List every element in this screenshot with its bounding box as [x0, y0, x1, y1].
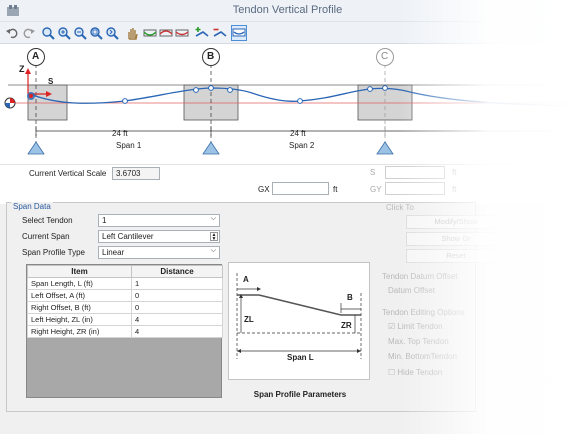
hide-tendon-checkbox[interactable]: ☐ Hide Tendon: [388, 368, 442, 377]
table-cell-distance[interactable]: 4: [131, 313, 223, 326]
gx-label: GX: [258, 185, 270, 194]
title-bar: Tendon Vertical Profile: [0, 0, 575, 22]
s-unit-label: ft: [452, 168, 457, 177]
z-axis-label: Z: [19, 64, 25, 74]
span-2-length: 24 ft: [290, 129, 306, 138]
zoom-icon[interactable]: [40, 25, 56, 41]
current-span-spinner[interactable]: Left Cantilever ▲ ▼: [98, 230, 220, 243]
span-data-title: Span Data: [11, 202, 53, 211]
gridline-c-label: C: [381, 51, 389, 62]
chevron-down-icon: ⌵: [210, 247, 216, 254]
remove-point-icon[interactable]: [212, 25, 228, 41]
vertical-scale-field[interactable]: 3.6703: [112, 167, 160, 180]
table-cell-item: Right Height, ZR (in): [27, 325, 132, 338]
datum-group-title: Tendon Datum Offset: [382, 272, 458, 281]
chevron-down-icon: ⌵: [210, 215, 216, 222]
add-point-icon[interactable]: [194, 25, 210, 41]
span-1-name: Span 1: [116, 141, 142, 150]
gy-unit-label: ft: [452, 185, 457, 194]
select-tendon-value: 1: [102, 216, 107, 225]
undo-icon[interactable]: [4, 25, 20, 41]
current-span-value: Left Cantilever: [102, 232, 154, 241]
support-a-icon: [27, 141, 45, 155]
profile-type-dropdown[interactable]: Linear ⌵: [98, 246, 220, 259]
s-coord-field[interactable]: [385, 166, 445, 179]
gridline-a-label: A: [32, 51, 40, 62]
profile-high-icon[interactable]: [174, 25, 190, 41]
elevation-canvas[interactable]: A B C Z S 24 ft Span 1 24 ft Span 2: [0, 44, 575, 164]
limit-tendon-checkbox[interactable]: ☑ Limit Tendon: [388, 322, 443, 331]
profile-alt-icon[interactable]: [158, 25, 174, 41]
scale-bar: Current Vertical Scale 3.6703 S ft GX ft…: [0, 164, 575, 204]
select-tendon-label: Select Tendon: [22, 216, 73, 225]
zoom-out-icon[interactable]: [72, 25, 88, 41]
diagram-zr-label: ZR: [341, 321, 352, 330]
table-header-row: Item Distance: [27, 265, 223, 278]
tendon-profile-window: Tendon Vertical Profile A B C Z S 24 ft …: [0, 0, 575, 434]
gridline-b-label: B: [207, 51, 215, 62]
table-cell-item: Left Height, ZL (in): [27, 313, 132, 326]
redo-icon[interactable]: [21, 25, 37, 41]
table-row[interactable]: Span Length, L (ft) 1: [27, 277, 223, 290]
diagram-caption: Span Profile Parameters: [253, 390, 347, 399]
hide-tendon-label: Hide Tendon: [397, 368, 443, 377]
vertical-scale-label: Current Vertical Scale: [29, 169, 107, 178]
table-cell-distance[interactable]: 1: [131, 277, 223, 290]
table-cell-item: Span Length, L (ft): [27, 277, 132, 290]
limit-tendon-label: Limit Tendon: [397, 322, 443, 331]
profile-type-value: Linear: [102, 248, 125, 257]
modify-show-button[interactable]: Modify/Show: [406, 215, 506, 229]
s-axis-label: S: [48, 77, 54, 86]
table-cell-distance[interactable]: 4: [131, 325, 223, 338]
table-cell-item: Right Offset, B (ft): [27, 301, 132, 314]
datum-offset-label: Datum Offset: [388, 286, 435, 295]
show-gr-button[interactable]: Show Gr: [406, 232, 506, 246]
pan-icon[interactable]: [124, 25, 140, 41]
table-cell-distance[interactable]: 0: [131, 301, 223, 314]
span-profile-diagram: A B ZL ZR Span L: [228, 262, 370, 380]
span-1-length: 24 ft: [112, 129, 128, 138]
zoom-in-icon[interactable]: [56, 25, 72, 41]
click-to-label: Click To: [386, 203, 414, 212]
zoom-window-icon[interactable]: [88, 25, 104, 41]
max-top-label: Max. Top Tendon: [388, 337, 449, 346]
column-a: [27, 84, 68, 121]
diagram-zl-label: ZL: [244, 315, 254, 324]
spinner-arrows-icon[interactable]: ▲ ▼: [210, 232, 218, 242]
tendon-elevation-drawing: [4, 48, 575, 155]
window-title: Tendon Vertical Profile: [232, 4, 343, 16]
current-span-label: Current Span: [22, 232, 70, 241]
gy-field[interactable]: [385, 182, 445, 195]
table-row[interactable]: Right Offset, B (ft) 0: [27, 301, 223, 314]
gy-label: GY: [370, 185, 382, 194]
span-2-name: Span 2: [289, 141, 315, 150]
diagram-span-label: Span L: [287, 353, 314, 362]
column-header-item: Item: [27, 265, 132, 278]
column-header-distance: Distance: [131, 265, 223, 278]
right-options-panel: Click To Modify/Show Show Gr Reset Tendo…: [380, 202, 520, 412]
s-coord-label: S: [370, 168, 376, 177]
table-row[interactable]: Left Height, ZL (in) 4: [27, 313, 223, 326]
support-c-icon: [376, 141, 394, 155]
diagram-b-label: B: [347, 293, 353, 302]
table-row[interactable]: Left Offset, A (ft) 0: [27, 289, 223, 302]
min-bottom-label: Min. BottomTendon: [388, 352, 457, 361]
gx-field[interactable]: [272, 182, 329, 195]
diagram-a-label: A: [243, 275, 249, 284]
table-cell-distance[interactable]: 0: [131, 289, 223, 302]
table-cell-item: Left Offset, A (ft): [27, 289, 132, 302]
zoom-previous-icon[interactable]: [104, 25, 120, 41]
select-tendon-dropdown[interactable]: 1 ⌵: [98, 214, 220, 227]
support-b-icon: [202, 141, 220, 155]
toolbar: [0, 22, 575, 44]
reset-button[interactable]: Reset: [406, 249, 506, 263]
table-row[interactable]: Right Height, ZR (in) 4: [27, 325, 223, 338]
profile-icon[interactable]: [142, 25, 158, 41]
display-options-icon[interactable]: [231, 25, 247, 41]
span-parameters-table: Item Distance Span Length, L (ft) 1 Left…: [26, 264, 223, 398]
gx-unit-label: ft: [333, 185, 338, 194]
profile-type-label: Span Profile Type: [22, 248, 86, 257]
editing-group-title: Tendon Editing Options: [382, 308, 465, 317]
